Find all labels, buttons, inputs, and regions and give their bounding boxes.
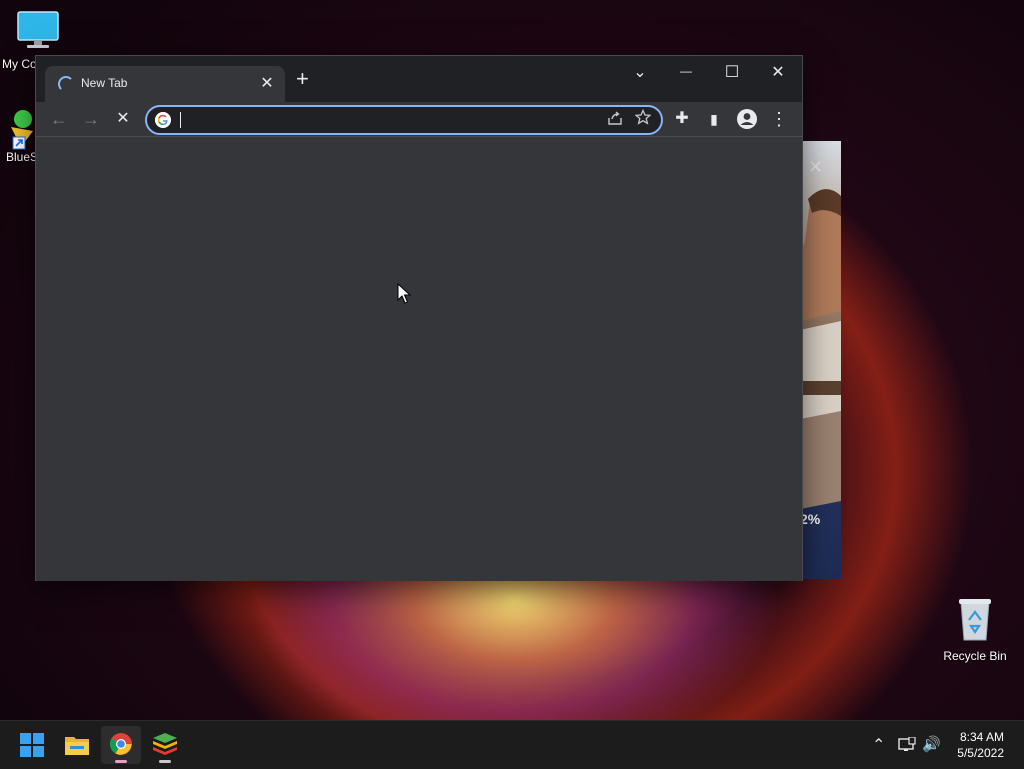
address-bar[interactable] <box>145 105 663 135</box>
chrome-icon <box>110 733 132 755</box>
taskbar: ⌃ 🔊 8:34 AM 5/5/2022 <box>0 720 1024 769</box>
google-icon <box>155 112 171 128</box>
monitor-icon <box>17 11 59 48</box>
windows-logo-icon <box>20 733 44 757</box>
profile-avatar-icon[interactable] <box>735 108 759 130</box>
text-caret <box>180 112 181 128</box>
progress-percent: 2% <box>800 511 821 527</box>
chrome-menu-icon[interactable]: ⋮ <box>767 108 791 130</box>
running-indicator <box>115 760 127 763</box>
tab-new-tab[interactable]: New Tab ✕ <box>45 66 285 102</box>
toolbar: ← → ✕ ✚ ▮ ⋮ <box>36 102 802 136</box>
title-bar[interactable]: New Tab ✕ + ⌄ — ☐ ✕ <box>36 56 802 102</box>
back-button[interactable]: ← <box>47 108 71 130</box>
extensions-icon[interactable]: ✚ <box>670 108 694 130</box>
tab-close-icon[interactable]: ✕ <box>257 73 277 93</box>
system-clock[interactable]: 8:34 AM 5/5/2022 <box>957 729 1004 761</box>
side-panel-icon[interactable]: ▮ <box>702 108 726 130</box>
taskbar-file-explorer[interactable] <box>57 726 97 764</box>
recycle-bin-icon <box>959 599 991 641</box>
tab-search-dropdown-icon[interactable]: ⌄ <box>625 62 655 82</box>
bluestacks-icon <box>153 733 177 755</box>
desktop-icon-label: Recycle Bin <box>943 649 1007 663</box>
page-content[interactable] <box>36 136 802 581</box>
running-indicator <box>159 760 171 763</box>
new-tab-button[interactable]: + <box>296 68 309 90</box>
maximize-button[interactable]: ☐ <box>717 62 747 82</box>
share-icon[interactable] <box>607 110 623 126</box>
taskbar-chrome[interactable] <box>101 726 141 764</box>
forward-button[interactable]: → <box>79 108 103 130</box>
show-hidden-icons-chevron[interactable]: ⌃ <box>872 735 885 755</box>
taskbar-bluestacks[interactable] <box>145 726 185 764</box>
loading-spinner-icon <box>58 76 74 92</box>
clock-date: 5/5/2022 <box>957 746 1004 760</box>
chrome-window[interactable]: New Tab ✕ + ⌄ — ☐ ✕ ← → ✕ ✚ ▮ ⋮ <box>36 56 802 581</box>
folder-icon <box>65 737 89 755</box>
close-window-button[interactable]: ✕ <box>763 62 793 82</box>
mouse-cursor-icon <box>397 283 411 304</box>
clock-time: 8:34 AM <box>959 730 1004 744</box>
bluestacks-shortcut-icon <box>11 110 33 150</box>
omnibox-input[interactable] <box>183 110 587 132</box>
minimize-button[interactable]: — <box>671 64 701 78</box>
bookmark-star-icon[interactable] <box>635 109 651 125</box>
start-button[interactable] <box>12 726 52 764</box>
tab-title: New Tab <box>81 76 128 90</box>
stop-loading-button[interactable]: ✕ <box>111 108 135 130</box>
close-icon[interactable]: ✕ <box>808 157 823 178</box>
network-icon[interactable] <box>898 737 916 753</box>
desktop-icon-recycle-bin[interactable]: Recycle Bin <box>935 596 1015 663</box>
volume-icon[interactable]: 🔊 <box>922 735 941 753</box>
